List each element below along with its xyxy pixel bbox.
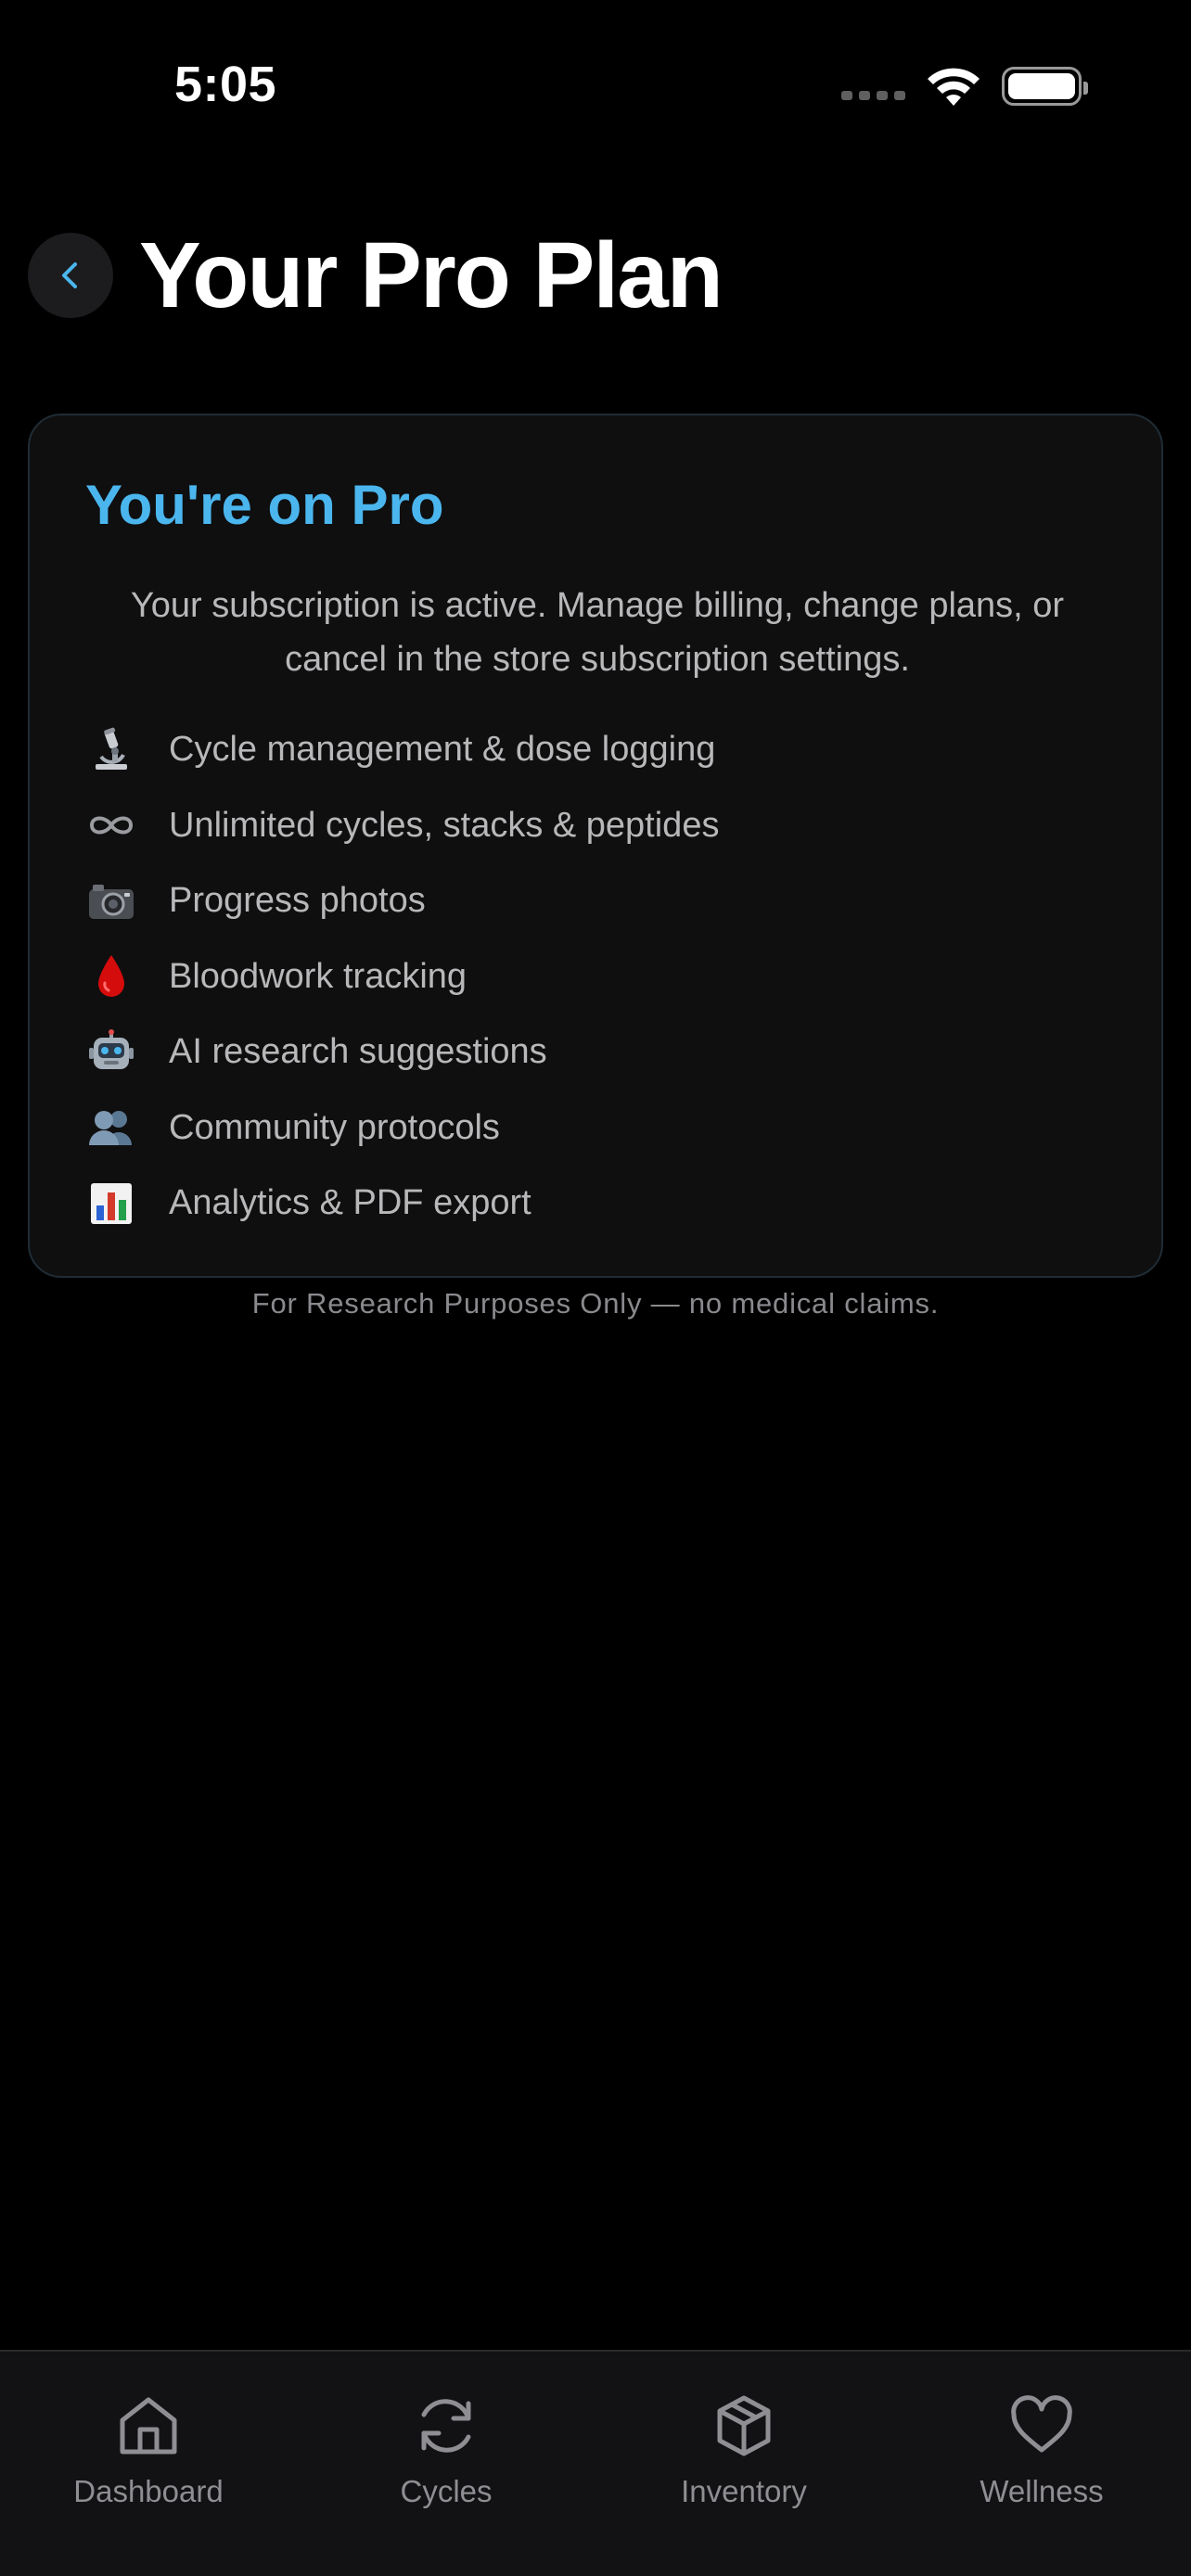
refresh-icon <box>421 2399 471 2453</box>
feature-list: Cycle management & dose logging Unlimite… <box>85 712 1106 1242</box>
feature-label: Unlimited cycles, stacks & peptides <box>169 805 720 845</box>
feature-label: Bloodwork tracking <box>169 956 467 996</box>
feature-label: Progress photos <box>169 881 426 921</box>
tab-label: Inventory <box>681 2474 807 2508</box>
tab-dashboard[interactable]: Dashboard <box>0 2391 297 2509</box>
disclaimer: For Research Purposes Only — no medical … <box>251 1287 940 1320</box>
status-time: 5:05 <box>174 57 277 112</box>
cellular-signal-icon <box>841 91 905 100</box>
tab-cycles[interactable]: Cycles <box>298 2391 595 2509</box>
infinity-icon <box>85 799 137 851</box>
feature-label: Analytics & PDF export <box>169 1183 531 1223</box>
blood-drop-icon <box>85 950 137 1002</box>
feature-label: Cycle management & dose logging <box>169 730 716 770</box>
feature-label: AI research suggestions <box>169 1032 547 1072</box>
feature-item: Cycle management & dose logging <box>85 712 1106 788</box>
page-title: Your Pro Plan <box>139 223 724 327</box>
tab-label: Wellness <box>980 2474 1104 2508</box>
back-button[interactable] <box>28 233 113 318</box>
plan-description: Your subscription is active. Manage bill… <box>130 586 1065 679</box>
tab-label: Cycles <box>400 2474 493 2508</box>
plan-title: You're on Pro <box>85 474 444 536</box>
header: Your Pro Plan <box>28 223 724 327</box>
tab-label: Dashboard <box>73 2474 224 2508</box>
tab-inventory[interactable]: Inventory <box>596 2391 892 2509</box>
pro-plan-screen: 5:05 Your Pro Plan You're on Pro Your su… <box>0 0 1191 2576</box>
robot-icon <box>85 1027 137 1078</box>
feature-item: Progress photos <box>85 863 1106 939</box>
heart-icon <box>1011 2395 1072 2453</box>
status-indicators <box>841 65 1088 108</box>
feature-item: Analytics & PDF export <box>85 1166 1106 1242</box>
tab-wellness[interactable]: Wellness <box>893 2391 1190 2509</box>
wifi-icon <box>928 68 980 106</box>
feature-item: AI research suggestions <box>85 1014 1106 1090</box>
chevron-left-icon <box>62 262 77 288</box>
feature-item: Community protocols <box>85 1090 1106 1167</box>
feature-label: Community protocols <box>169 1107 500 1147</box>
home-icon <box>120 2397 177 2455</box>
bar-chart-icon <box>85 1178 137 1230</box>
feature-item: Unlimited cycles, stacks & peptides <box>85 788 1106 864</box>
camera-icon <box>85 875 137 927</box>
people-icon <box>85 1102 137 1154</box>
box-icon <box>717 2395 771 2456</box>
microscope-icon <box>85 724 137 776</box>
tab-bar: Dashboard Cycles Inventory Wellness <box>0 2350 1191 2576</box>
battery-icon <box>1002 67 1088 106</box>
pro-plan-card: You're on Pro Your subscription is activ… <box>28 414 1163 1278</box>
feature-item: Bloodwork tracking <box>85 939 1106 1015</box>
status-bar: 5:05 <box>0 0 1191 176</box>
